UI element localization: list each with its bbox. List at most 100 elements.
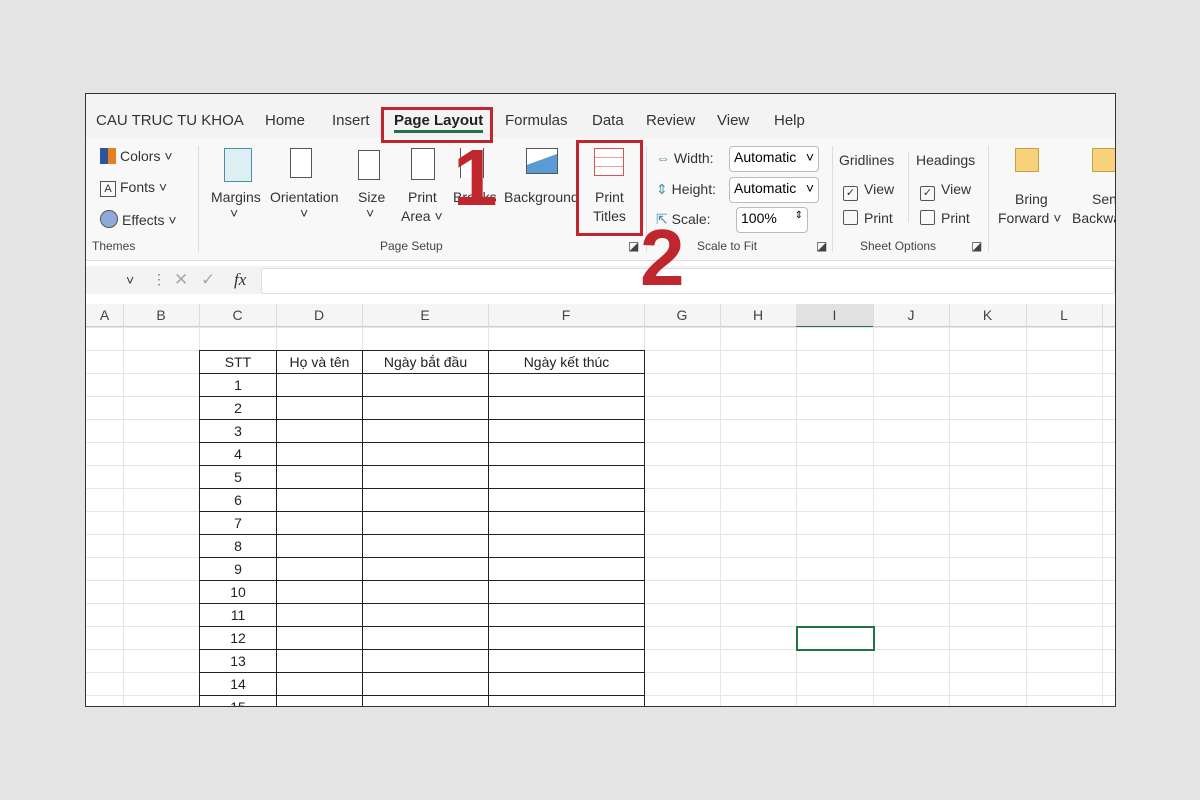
column-header-B[interactable]: B [123, 304, 200, 326]
table-cell[interactable] [362, 419, 489, 443]
height-dropdown[interactable]: Automatic ˅ [729, 177, 819, 203]
table-cell[interactable] [488, 580, 645, 604]
column-header-J[interactable]: J [873, 304, 950, 326]
table-cell[interactable] [276, 649, 363, 673]
table-cell[interactable] [488, 465, 645, 489]
tab-help[interactable]: Help [774, 112, 805, 129]
table-header-cell[interactable]: Họ và tên [276, 350, 363, 374]
table-cell[interactable] [362, 511, 489, 535]
table-cell[interactable]: 14 [199, 672, 277, 696]
effects-button[interactable]: Effects ˅ [100, 210, 177, 228]
table-cell[interactable]: 6 [199, 488, 277, 512]
table-cell[interactable] [362, 465, 489, 489]
more-options-icon[interactable]: ⋮ [152, 271, 166, 288]
table-cell[interactable]: 5 [199, 465, 277, 489]
table-cell[interactable]: 10 [199, 580, 277, 604]
column-header-D[interactable]: D [276, 304, 363, 326]
width-dropdown[interactable]: Automatic ˅ [729, 146, 819, 172]
table-header-cell[interactable]: Ngày kết thúc [488, 350, 645, 374]
enter-icon[interactable]: ✓ [201, 270, 215, 290]
table-cell[interactable]: 11 [199, 603, 277, 627]
table-cell[interactable] [488, 442, 645, 466]
table-cell[interactable] [362, 695, 489, 706]
table-cell[interactable]: 15 [199, 695, 277, 706]
table-cell[interactable] [276, 580, 363, 604]
fonts-button[interactable]: A Fonts ˅ [100, 179, 167, 197]
table-cell[interactable] [276, 695, 363, 706]
table-cell[interactable] [488, 534, 645, 558]
table-cell[interactable] [276, 396, 363, 420]
table-header-cell[interactable]: STT [199, 350, 277, 374]
table-header-cell[interactable]: Ngày bắt đầu [362, 350, 489, 374]
table-cell[interactable] [488, 488, 645, 512]
table-cell[interactable] [362, 626, 489, 650]
colors-button[interactable]: Colors ˅ [100, 148, 173, 164]
table-cell[interactable] [276, 557, 363, 581]
tab-view[interactable]: View [717, 112, 749, 129]
column-header-F[interactable]: F [488, 304, 645, 326]
gridlines-print-checkbox[interactable]: Print [843, 210, 893, 226]
table-cell[interactable]: 1 [199, 373, 277, 397]
column-header-K[interactable]: K [949, 304, 1027, 326]
scale-spinner[interactable]: 100% ⇕ [736, 207, 808, 233]
tab-insert[interactable]: Insert [332, 112, 370, 129]
selected-cell[interactable] [796, 626, 875, 651]
table-cell[interactable] [362, 649, 489, 673]
name-box-dropdown-icon[interactable]: ˅ [126, 272, 134, 288]
table-cell[interactable] [276, 373, 363, 397]
tab-data[interactable]: Data [592, 112, 624, 129]
table-cell[interactable] [362, 603, 489, 627]
table-cell[interactable] [276, 419, 363, 443]
table-cell[interactable] [488, 649, 645, 673]
column-header-A[interactable]: A [86, 304, 124, 326]
table-cell[interactable] [488, 695, 645, 706]
headings-view-checkbox[interactable]: ✓ View [920, 181, 971, 201]
table-cell[interactable] [276, 442, 363, 466]
cancel-icon[interactable]: ✕ [174, 270, 188, 290]
table-cell[interactable] [488, 603, 645, 627]
table-cell[interactable]: 3 [199, 419, 277, 443]
table-cell[interactable] [276, 626, 363, 650]
table-cell[interactable]: 9 [199, 557, 277, 581]
fx-icon[interactable]: fx [234, 270, 246, 290]
table-cell[interactable] [362, 442, 489, 466]
table-cell[interactable]: 8 [199, 534, 277, 558]
table-cell[interactable] [362, 396, 489, 420]
column-header-H[interactable]: H [720, 304, 797, 326]
table-cell[interactable]: 7 [199, 511, 277, 535]
table-cell[interactable] [488, 626, 645, 650]
table-cell[interactable] [362, 557, 489, 581]
table-cell[interactable]: 2 [199, 396, 277, 420]
tab-formulas[interactable]: Formulas [505, 112, 568, 129]
formula-input[interactable] [261, 268, 1115, 294]
page-setup-launcher-icon[interactable]: ◪ [628, 239, 639, 253]
table-cell[interactable] [276, 511, 363, 535]
table-cell[interactable] [488, 419, 645, 443]
table-cell[interactable] [488, 396, 645, 420]
table-cell[interactable] [362, 534, 489, 558]
scale-to-fit-launcher-icon[interactable]: ◪ [816, 239, 827, 253]
table-cell[interactable] [362, 672, 489, 696]
column-header-I[interactable]: I [796, 304, 874, 328]
table-cell[interactable]: 12 [199, 626, 277, 650]
table-cell[interactable] [276, 465, 363, 489]
table-cell[interactable] [276, 488, 363, 512]
table-cell[interactable] [488, 511, 645, 535]
sheet-options-launcher-icon[interactable]: ◪ [971, 239, 982, 253]
table-cell[interactable] [488, 557, 645, 581]
table-cell[interactable] [276, 534, 363, 558]
column-header-C[interactable]: C [199, 304, 277, 326]
table-cell[interactable] [488, 672, 645, 696]
column-header-L[interactable]: L [1026, 304, 1103, 326]
column-header-G[interactable]: G [644, 304, 721, 326]
table-cell[interactable] [276, 603, 363, 627]
table-cell[interactable] [362, 580, 489, 604]
tab-file-name[interactable]: CAU TRUC TU KHOA [96, 112, 244, 129]
tab-home[interactable]: Home [265, 112, 305, 129]
headings-print-checkbox[interactable]: Print [920, 210, 970, 226]
table-cell[interactable] [362, 488, 489, 512]
table-cell[interactable]: 13 [199, 649, 277, 673]
table-cell[interactable] [488, 373, 645, 397]
column-header-E[interactable]: E [362, 304, 489, 326]
gridlines-view-checkbox[interactable]: ✓ View [843, 181, 894, 201]
